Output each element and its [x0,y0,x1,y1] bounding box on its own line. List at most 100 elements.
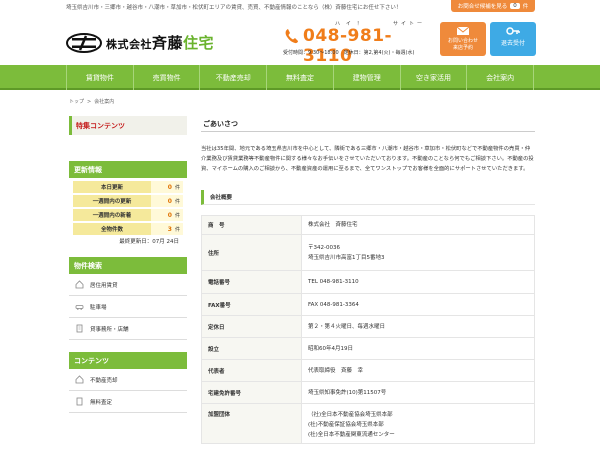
move-out-button[interactable]: 退去受付 [490,22,536,56]
search-link-label: 駐車場 [90,304,107,311]
update-count: 3 [167,225,172,233]
outline-key: 商 号 [201,215,302,235]
update-label: 本日更新 [73,181,151,193]
building-icon [76,324,83,333]
outline-value: TEL 048-981-3110 [301,270,535,294]
update-count: 0 [167,183,172,191]
nav-vacant-house[interactable]: 空き家活用 [401,65,468,90]
update-row-total[interactable]: 全物件数 3件 [73,223,183,235]
nav-company[interactable]: 会社案内 [467,65,535,90]
logo-name-b: 住宅 [183,34,215,52]
favorites-label: お問合せ候補を見る [457,4,508,10]
outline-value: 埼玉県知事免許(10)第11507号 [301,381,535,404]
table-row: 加盟団体 （社)全日本不動産協会埼玉県本部 (社)不動産保証協会埼玉県本部 (社… [201,403,535,444]
greeting-body: 当社は35年間、地元である埼玉県吉川市を中心として、隣街である三郷市・八潮市・越… [201,146,534,172]
outline-value-line: 第２・第４火曜日、毎週水曜日 [308,323,386,330]
update-unit: 件 [174,184,180,191]
outline-value: 代表取締役 斉藤 幸 [301,359,535,382]
logo-mark-icon [66,32,102,53]
update-info-list: 本日更新 0件 一週間内の更新 0件 一週間内の新着 0件 全物件数 3件 最終… [69,178,187,245]
breadcrumb-home[interactable]: トップ [69,99,84,105]
content-link-label: 不動産売却 [90,377,118,384]
update-count: 0 [167,197,172,205]
calculator-icon [76,397,83,406]
outline-value-line: 〒342-0036 [308,244,340,251]
greeting-heading: ごあいさつ [201,116,535,132]
outline-key: 住所 [201,234,302,271]
contents-header: コンテンツ [69,352,187,369]
house-icon [75,280,84,289]
search-link-parking[interactable]: 駐車場 [69,296,187,318]
key-icon [506,27,520,35]
search-link-office[interactable]: 貸事務所・店舗 [69,318,187,340]
update-unit: 件 [174,226,180,233]
nav-rental[interactable]: 賃貸物件 [66,65,134,90]
table-row: 住所 〒342-0036 埼玉県吉川市高富1丁目5番地3 [201,234,535,271]
sidebar: 特集コンテンツ 更新情報 本日更新 0件 一週間内の更新 0件 一週間内の新着 … [69,116,187,413]
outline-value-line: (社)不動産保証協会埼玉県本部 [308,422,384,428]
outline-value-line: (社)全日本不動産関東流通センター [308,432,395,438]
outline-key: 加盟団体 [201,403,302,444]
last-update-date: 最終更新日：07月 24日 [119,239,179,245]
table-row: 定休日 第２・第４火曜日、毎週水曜日 [201,315,535,338]
outline-key: 代表者 [201,359,302,382]
house-sell-icon [75,375,84,384]
outline-value: 第２・第４火曜日、毎週水曜日 [301,315,535,338]
global-nav: 賃貸物件 売買物件 不動産売却 無料査定 建物管理 空き家活用 会社案内 [0,65,600,90]
search-link-residential[interactable]: 居住用賃貸 [69,274,187,296]
update-row-today[interactable]: 本日更新 0件 [73,181,183,193]
table-row: 電話番号 TEL 048-981-3110 [201,270,535,294]
inquiry-button[interactable]: お問い合わせ 来店予約 [440,22,486,56]
update-count: 0 [167,211,172,219]
outline-key: 設立 [201,337,302,360]
nav-sell-property[interactable]: 不動産売却 [200,65,268,90]
breadcrumb-separator: > [87,99,92,105]
company-outline-table: 商 号 株式会社 斉藤住宅 住所 〒342-0036 埼玉県吉川市高富1丁目5番… [201,215,535,444]
outline-value: （社)全日本不動産協会埼玉県本部 (社)不動産保証協会埼玉県本部 (社)全日本不… [301,403,535,444]
content-link-appraisal[interactable]: 無料査定 [69,391,187,413]
outline-value: 昭和60年4月19日 [301,337,535,360]
outline-value: FAX 048-981-3364 [301,293,535,316]
logo-name-a: 斉藤 [152,34,184,52]
move-out-label: 退去受付 [500,40,525,47]
site-tagline: 埼玉県吉川市・三郷市・越谷市・八潮市・草加市・松伏町エリアの賃貸、売買、不動産情… [66,5,402,11]
logo-text: 株式会社斉藤住宅 [106,32,214,53]
nav-sale[interactable]: 売買物件 [134,65,201,90]
update-label: 全物件数 [73,223,151,235]
outline-key: 電話番号 [201,270,302,294]
outline-value-line: 昭和60年4月19日 [308,345,353,352]
update-row-week-updated[interactable]: 一週間内の更新 0件 [73,195,183,207]
nav-building-management[interactable]: 建物管理 [334,65,401,90]
content-link-sell[interactable]: 不動産売却 [69,369,187,391]
site-logo[interactable]: 株式会社斉藤住宅 [66,32,214,53]
outline-value-line: FAX 048-981-3364 [308,301,359,308]
company-outline-heading: 会社概要 [201,190,535,205]
feature-contents-link[interactable]: 特集コンテンツ [69,116,187,135]
update-row-week-new[interactable]: 一週間内の新着 0件 [73,209,183,221]
logo-prefix: 株式会社 [106,38,152,51]
business-hours: 受付時間：9:30〜18:00 定休日：第2,第4(火)・毎週(水) [283,50,415,56]
outline-key: 定休日 [201,315,302,338]
outline-key: FAX番号 [201,293,302,316]
table-row: 商 号 株式会社 斉藤住宅 [201,215,535,235]
phone-block: ハイ！ サイトー 048-981-3110 受付時間：9:30〜18:00 定休… [283,20,433,66]
update-unit: 件 [174,198,180,205]
search-link-label: 居住用賃貸 [90,282,118,289]
table-row: 宅建免許番号 埼玉県知事免許(10)第11507号 [201,381,535,404]
outline-value-line: 埼玉県知事免許(10)第11507号 [308,389,387,396]
top-strip: 埼玉県吉川市・三郷市・越谷市・八潮市・草加市・松伏町エリアの賃貸、売買、不動産情… [0,0,600,14]
outline-value-line: TEL 048-981-3110 [308,279,359,285]
outline-value: 〒342-0036 埼玉県吉川市高富1丁目5番地3 [301,234,535,271]
favorites-count: 0 [510,3,520,9]
outline-value-line: （社)全日本不動産協会埼玉県本部 [308,412,393,418]
nav-free-appraisal[interactable]: 無料査定 [267,65,334,90]
update-label: 一週間内の更新 [73,195,151,207]
breadcrumb: トップ > 会社案内 [69,98,117,105]
favorites-button[interactable]: お問合せ候補を見る 0 件 [451,0,535,12]
table-row: 代表者 代表取締役 斉藤 幸 [201,359,535,382]
update-label: 一週間内の新着 [73,209,151,221]
outline-value-line: 埼玉県吉川市高富1丁目5番地3 [308,254,385,261]
breadcrumb-current: 会社案内 [94,99,115,105]
phone-number[interactable]: 048-981-3110 [303,26,433,66]
outline-key: 宅建免許番号 [201,381,302,404]
